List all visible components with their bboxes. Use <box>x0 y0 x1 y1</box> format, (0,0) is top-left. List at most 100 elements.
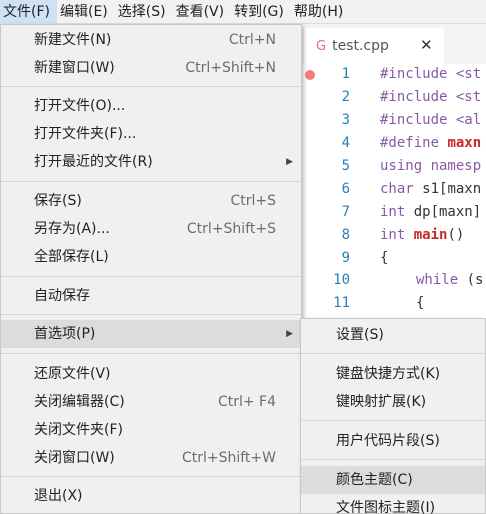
menu-item-keyboard-shortcuts[interactable]: 键盘快捷方式(K) <box>301 360 485 388</box>
cpp-file-icon: G <box>316 38 327 54</box>
menu-item-label: 首选项(P) <box>34 326 96 342</box>
close-icon[interactable]: ✕ <box>420 36 433 54</box>
menu-item-open-folder[interactable]: 打开文件夹(F)... <box>1 120 301 148</box>
menu-separator <box>1 86 301 87</box>
code-line[interactable]: int main() <box>380 227 464 243</box>
menu-item-close-window[interactable]: 关闭窗口(W) Ctrl+Shift+W <box>1 444 301 472</box>
menu-bar: 文件(F) 编辑(E) 选择(S) 查看(V) 转到(G) 帮助(H) <box>0 0 486 24</box>
menu-item-exit[interactable]: 退出(X) <box>1 482 301 510</box>
menu-item-label: 另存为(A)... <box>34 221 110 237</box>
menu-separator <box>1 314 301 315</box>
menu-item-auto-save[interactable]: 自动保存 <box>1 282 301 310</box>
menu-item-label: 还原文件(V) <box>34 366 111 382</box>
menu-item-new-window[interactable]: 新建窗口(W) Ctrl+Shift+N <box>1 54 301 82</box>
menu-item-label: 打开文件夹(F)... <box>34 126 137 142</box>
line-number: 8 <box>341 227 350 243</box>
menu-item-label: 全部保存(L) <box>34 249 109 265</box>
menu-item-label: 打开文件(O)... <box>34 98 126 114</box>
line-number: 6 <box>341 181 350 197</box>
menu-item-settings[interactable]: 设置(S) <box>301 321 485 349</box>
code-line[interactable]: { <box>416 295 424 311</box>
code-token: dp[maxn] <box>413 204 482 220</box>
menu-item-open-file[interactable]: 打开文件(O)... <box>1 92 301 120</box>
line-number: 9 <box>341 250 350 266</box>
code-line[interactable]: #include <st <box>380 66 481 82</box>
menu-item-label: 关闭文件夹(F) <box>34 422 123 438</box>
line-number: 1 <box>341 66 350 82</box>
code-line[interactable]: using namesp <box>380 158 481 174</box>
menu-go[interactable]: 转到(G) <box>231 0 291 24</box>
code-token: s1[maxn <box>422 181 482 197</box>
code-line[interactable]: #define maxn <box>380 135 481 151</box>
menu-item-label: 退出(X) <box>34 488 83 504</box>
menu-item-shortcut: Ctrl+ F4 <box>217 394 276 410</box>
menu-item-revert-file[interactable]: 还原文件(V) <box>1 360 301 388</box>
code-line[interactable]: char s1[maxn <box>380 181 481 197</box>
menu-item-new-file[interactable]: 新建文件(N) Ctrl+N <box>1 26 301 54</box>
menu-file[interactable]: 文件(F) <box>0 0 57 24</box>
menu-item-file-icon-theme[interactable]: 文件图标主题(I) <box>301 494 485 514</box>
menu-item-shortcut: Ctrl+N <box>228 32 276 48</box>
line-number: 10 <box>333 272 350 288</box>
menu-separator <box>301 420 485 421</box>
menu-selection[interactable]: 选择(S) <box>115 0 173 24</box>
line-number: 7 <box>341 204 350 220</box>
code-token: int <box>380 227 414 243</box>
tab-bar: G test.cpp ✕ <box>300 24 486 64</box>
menu-item-save-as[interactable]: 另存为(A)... Ctrl+Shift+S <box>1 215 301 243</box>
code-line[interactable]: int dp[maxn] <box>380 204 481 220</box>
code-line[interactable]: while (s <box>416 272 483 288</box>
menu-item-shortcut: Ctrl+S <box>230 193 276 209</box>
file-menu: 新建文件(N) Ctrl+N 新建窗口(W) Ctrl+Shift+N 打开文件… <box>0 24 302 514</box>
code-token: main <box>413 227 448 243</box>
menu-item-label: 键映射扩展(K) <box>336 394 427 410</box>
menu-item-label: 关闭编辑器(C) <box>34 394 125 410</box>
menu-item-label: 关闭窗口(W) <box>34 450 115 466</box>
code-token: (s <box>466 272 484 288</box>
menu-item-label: 新建窗口(W) <box>34 60 115 76</box>
line-number: 4 <box>341 135 350 151</box>
line-number: 3 <box>341 112 350 128</box>
menu-item-color-theme[interactable]: 颜色主题(C) <box>301 466 485 494</box>
line-number: 5 <box>341 158 350 174</box>
menu-item-save[interactable]: 保存(S) Ctrl+S <box>1 187 301 215</box>
menu-separator <box>301 459 485 460</box>
code-token: () <box>447 227 465 243</box>
menu-item-shortcut: Ctrl+Shift+N <box>185 60 276 76</box>
menu-separator <box>1 476 301 477</box>
menu-item-label: 设置(S) <box>336 327 384 343</box>
menu-item-label: 自动保存 <box>34 288 90 304</box>
menu-item-save-all[interactable]: 全部保存(L) <box>1 243 301 271</box>
menu-edit[interactable]: 编辑(E) <box>57 0 115 24</box>
line-number: 2 <box>341 89 350 105</box>
menu-item-close-editor[interactable]: 关闭编辑器(C) Ctrl+ F4 <box>1 388 301 416</box>
submenu-arrow-icon: ▶ <box>286 329 293 339</box>
menu-item-open-recent[interactable]: 打开最近的文件(R) ▶ <box>1 148 301 176</box>
submenu-arrow-icon: ▶ <box>286 157 293 167</box>
menu-item-keymap-extensions[interactable]: 键映射扩展(K) <box>301 388 485 416</box>
menu-item-shortcut: Ctrl+Shift+S <box>186 221 276 237</box>
code-token: maxn <box>447 135 482 151</box>
menu-item-shortcut: Ctrl+Shift+W <box>181 450 276 466</box>
menu-item-label: 颜色主题(C) <box>336 472 413 488</box>
tab-filename: test.cpp <box>332 38 389 54</box>
menu-item-label: 新建文件(N) <box>34 32 112 48</box>
menu-item-preferences[interactable]: 首选项(P) ▶ <box>1 320 301 348</box>
menu-separator <box>1 353 301 354</box>
code-token: while <box>416 272 467 288</box>
code-line[interactable]: { <box>380 250 388 266</box>
tab-test-cpp[interactable]: G test.cpp ✕ <box>304 28 444 64</box>
menu-item-close-folder[interactable]: 关闭文件夹(F) <box>1 416 301 444</box>
menu-help[interactable]: 帮助(H) <box>291 0 350 24</box>
code-line[interactable]: #include <st <box>380 89 481 105</box>
menu-item-label: 保存(S) <box>34 193 82 209</box>
menu-item-user-snippets[interactable]: 用户代码片段(S) <box>301 427 485 455</box>
code-line[interactable]: #include <al <box>380 112 481 128</box>
preferences-submenu: 设置(S) 键盘快捷方式(K) 键映射扩展(K) 用户代码片段(S) 颜色主题(… <box>300 318 486 514</box>
menu-item-label: 文件图标主题(I) <box>336 500 436 514</box>
code-token: namesp <box>430 158 482 174</box>
code-token: using <box>380 158 431 174</box>
menu-separator <box>1 181 301 182</box>
menu-item-label: 打开最近的文件(R) <box>34 154 153 170</box>
menu-view[interactable]: 查看(V) <box>173 0 232 24</box>
